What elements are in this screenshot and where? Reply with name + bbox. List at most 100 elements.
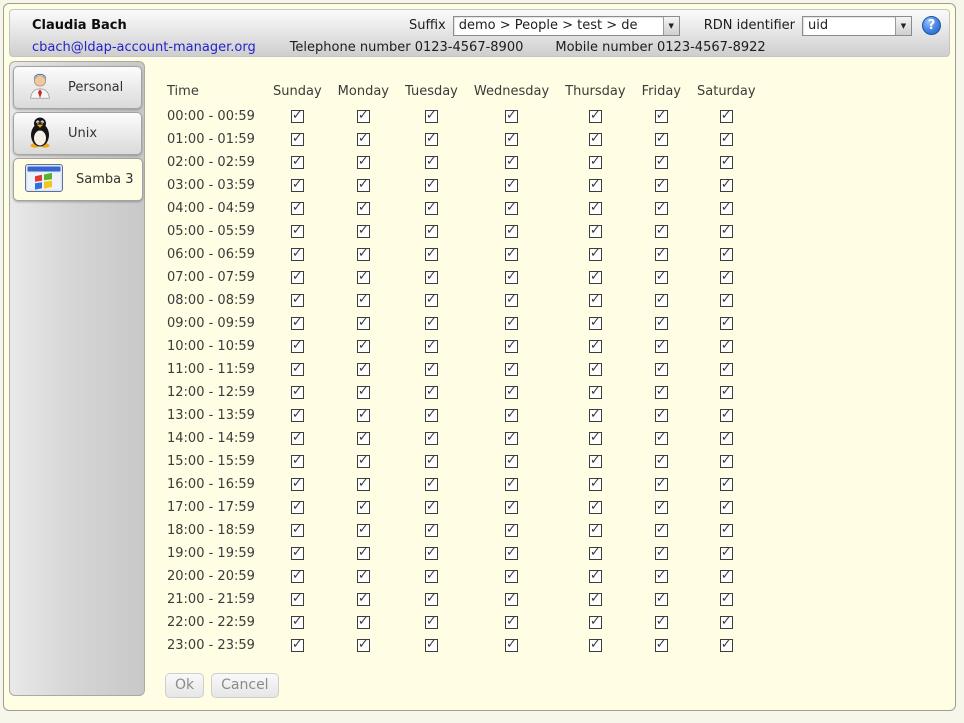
logon-hour-checkbox[interactable] xyxy=(655,593,668,606)
logon-hour-checkbox[interactable] xyxy=(291,248,304,261)
logon-hour-checkbox[interactable] xyxy=(425,478,438,491)
logon-hour-checkbox[interactable] xyxy=(425,616,438,629)
logon-hour-checkbox[interactable] xyxy=(655,248,668,261)
logon-hour-checkbox[interactable] xyxy=(505,409,518,422)
logon-hour-checkbox[interactable] xyxy=(655,570,668,583)
logon-hour-checkbox[interactable] xyxy=(357,340,370,353)
logon-hour-checkbox[interactable] xyxy=(291,409,304,422)
logon-hour-checkbox[interactable] xyxy=(505,593,518,606)
logon-hour-checkbox[interactable] xyxy=(357,478,370,491)
logon-hour-checkbox[interactable] xyxy=(505,340,518,353)
logon-hour-checkbox[interactable] xyxy=(589,110,602,123)
logon-hour-checkbox[interactable] xyxy=(505,317,518,330)
logon-hour-checkbox[interactable] xyxy=(720,156,733,169)
tab-samba3[interactable]: Samba 3 xyxy=(13,158,143,201)
logon-hour-checkbox[interactable] xyxy=(505,432,518,445)
logon-hour-checkbox[interactable] xyxy=(357,202,370,215)
logon-hour-checkbox[interactable] xyxy=(655,110,668,123)
logon-hour-checkbox[interactable] xyxy=(720,547,733,560)
logon-hour-checkbox[interactable] xyxy=(505,156,518,169)
logon-hour-checkbox[interactable] xyxy=(357,294,370,307)
logon-hour-checkbox[interactable] xyxy=(655,202,668,215)
logon-hour-checkbox[interactable] xyxy=(425,110,438,123)
logon-hour-checkbox[interactable] xyxy=(357,110,370,123)
logon-hour-checkbox[interactable] xyxy=(655,524,668,537)
logon-hour-checkbox[interactable] xyxy=(357,133,370,146)
logon-hour-checkbox[interactable] xyxy=(425,340,438,353)
logon-hour-checkbox[interactable] xyxy=(589,593,602,606)
logon-hour-checkbox[interactable] xyxy=(655,501,668,514)
logon-hour-checkbox[interactable] xyxy=(720,570,733,583)
logon-hour-checkbox[interactable] xyxy=(505,179,518,192)
logon-hour-checkbox[interactable] xyxy=(720,225,733,238)
logon-hour-checkbox[interactable] xyxy=(720,386,733,399)
logon-hour-checkbox[interactable] xyxy=(589,639,602,652)
logon-hour-checkbox[interactable] xyxy=(425,156,438,169)
logon-hour-checkbox[interactable] xyxy=(425,593,438,606)
rdn-identifier-select[interactable]: uid ▼ xyxy=(802,16,912,36)
logon-hour-checkbox[interactable] xyxy=(505,363,518,376)
logon-hour-checkbox[interactable] xyxy=(589,616,602,629)
logon-hour-checkbox[interactable] xyxy=(357,570,370,583)
logon-hour-checkbox[interactable] xyxy=(655,317,668,330)
logon-hour-checkbox[interactable] xyxy=(425,133,438,146)
logon-hour-checkbox[interactable] xyxy=(589,547,602,560)
logon-hour-checkbox[interactable] xyxy=(291,225,304,238)
logon-hour-checkbox[interactable] xyxy=(720,455,733,468)
logon-hour-checkbox[interactable] xyxy=(589,501,602,514)
logon-hour-checkbox[interactable] xyxy=(505,570,518,583)
logon-hour-checkbox[interactable] xyxy=(505,455,518,468)
user-email-link[interactable]: cbach@ldap-account-manager.org xyxy=(32,40,256,55)
logon-hour-checkbox[interactable] xyxy=(357,363,370,376)
logon-hour-checkbox[interactable] xyxy=(720,432,733,445)
logon-hour-checkbox[interactable] xyxy=(425,524,438,537)
logon-hour-checkbox[interactable] xyxy=(291,593,304,606)
logon-hour-checkbox[interactable] xyxy=(505,294,518,307)
logon-hour-checkbox[interactable] xyxy=(589,524,602,537)
logon-hour-checkbox[interactable] xyxy=(425,432,438,445)
logon-hour-checkbox[interactable] xyxy=(655,639,668,652)
logon-hour-checkbox[interactable] xyxy=(505,547,518,560)
logon-hour-checkbox[interactable] xyxy=(357,156,370,169)
logon-hour-checkbox[interactable] xyxy=(589,248,602,261)
logon-hour-checkbox[interactable] xyxy=(425,386,438,399)
logon-hour-checkbox[interactable] xyxy=(589,570,602,583)
logon-hour-checkbox[interactable] xyxy=(291,110,304,123)
logon-hour-checkbox[interactable] xyxy=(291,133,304,146)
logon-hour-checkbox[interactable] xyxy=(291,524,304,537)
logon-hour-checkbox[interactable] xyxy=(425,271,438,284)
logon-hour-checkbox[interactable] xyxy=(291,455,304,468)
ok-button[interactable]: Ok xyxy=(165,673,204,698)
logon-hour-checkbox[interactable] xyxy=(589,225,602,238)
logon-hour-checkbox[interactable] xyxy=(357,616,370,629)
logon-hour-checkbox[interactable] xyxy=(505,501,518,514)
logon-hour-checkbox[interactable] xyxy=(655,271,668,284)
logon-hour-checkbox[interactable] xyxy=(720,501,733,514)
logon-hour-checkbox[interactable] xyxy=(589,179,602,192)
logon-hour-checkbox[interactable] xyxy=(505,110,518,123)
logon-hour-checkbox[interactable] xyxy=(655,156,668,169)
logon-hour-checkbox[interactable] xyxy=(655,340,668,353)
logon-hour-checkbox[interactable] xyxy=(425,202,438,215)
logon-hour-checkbox[interactable] xyxy=(589,317,602,330)
logon-hour-checkbox[interactable] xyxy=(357,179,370,192)
logon-hour-checkbox[interactable] xyxy=(505,133,518,146)
logon-hour-checkbox[interactable] xyxy=(720,202,733,215)
logon-hour-checkbox[interactable] xyxy=(357,455,370,468)
logon-hour-checkbox[interactable] xyxy=(505,271,518,284)
logon-hour-checkbox[interactable] xyxy=(291,432,304,445)
logon-hour-checkbox[interactable] xyxy=(425,317,438,330)
logon-hour-checkbox[interactable] xyxy=(589,294,602,307)
logon-hour-checkbox[interactable] xyxy=(357,248,370,261)
logon-hour-checkbox[interactable] xyxy=(589,156,602,169)
logon-hour-checkbox[interactable] xyxy=(720,340,733,353)
logon-hour-checkbox[interactable] xyxy=(425,179,438,192)
logon-hour-checkbox[interactable] xyxy=(655,409,668,422)
logon-hour-checkbox[interactable] xyxy=(655,179,668,192)
logon-hour-checkbox[interactable] xyxy=(357,409,370,422)
logon-hour-checkbox[interactable] xyxy=(291,294,304,307)
logon-hour-checkbox[interactable] xyxy=(720,478,733,491)
logon-hour-checkbox[interactable] xyxy=(720,616,733,629)
logon-hour-checkbox[interactable] xyxy=(655,133,668,146)
logon-hour-checkbox[interactable] xyxy=(589,432,602,445)
